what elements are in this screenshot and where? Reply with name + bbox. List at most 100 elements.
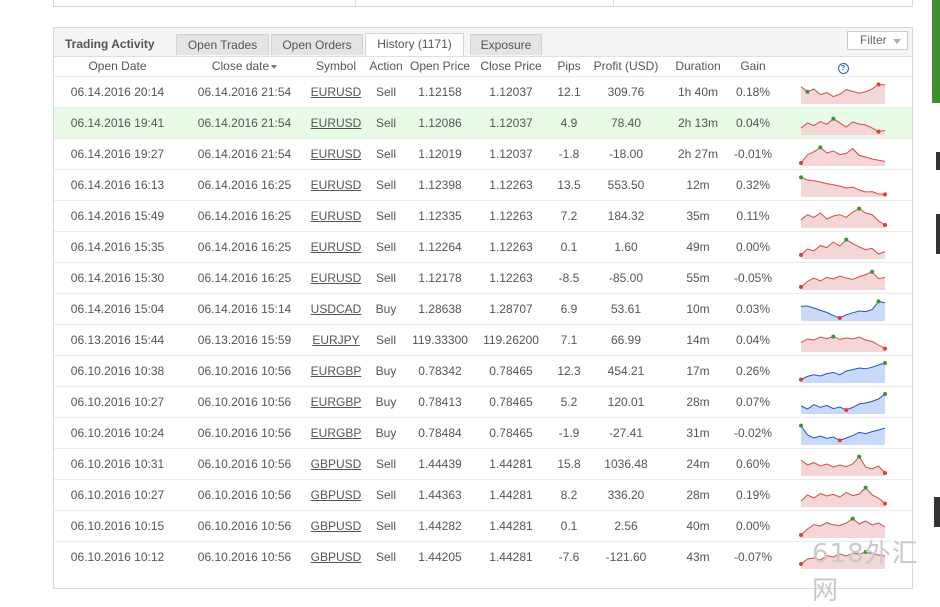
cell-close-date: 06.14.2016 21:54 xyxy=(181,138,308,170)
cell-open-price: 0.78342 xyxy=(408,355,472,387)
cell-open-date: 06.10.2016 10:27 xyxy=(54,479,181,511)
sparkline-max-point xyxy=(870,269,875,274)
cell-duration: 2h 13m xyxy=(664,107,732,139)
header-close-date-label: Close date xyxy=(211,59,270,73)
symbol-link[interactable]: EURUSD xyxy=(311,240,362,254)
symbol-link[interactable]: EURUSD xyxy=(311,116,362,130)
cell-open-price: 1.12335 xyxy=(408,200,472,232)
table-row: 06.10.2016 10:15 06.10.2016 10:56 GBPUSD Se… xyxy=(54,510,912,542)
symbol-link[interactable]: EURUSD xyxy=(311,271,362,285)
sparkline-area xyxy=(801,147,885,166)
sparkline-max-point xyxy=(857,206,862,211)
cell-pips: -1.8 xyxy=(550,138,588,170)
header-close-date[interactable]: Close date xyxy=(181,56,308,77)
cell-profit: -85.00 xyxy=(588,262,664,294)
cell-action: Sell xyxy=(364,262,408,294)
symbol-link[interactable]: EURGBP xyxy=(311,364,362,378)
cell-open-date: 06.14.2016 15:30 xyxy=(54,262,181,294)
cell-close-date: 06.14.2016 16:25 xyxy=(181,169,308,201)
cell-symbol: EURUSD xyxy=(308,231,364,263)
header-open-date[interactable]: Open Date xyxy=(54,56,181,77)
sparkline-area xyxy=(801,208,885,228)
table-row: 06.13.2016 15:44 06.13.2016 15:59 EURJPY Se… xyxy=(54,324,912,356)
symbol-link[interactable]: EURUSD xyxy=(311,85,362,99)
cell-close-price: 1.12263 xyxy=(472,262,550,294)
help-icon[interactable]: ? xyxy=(837,62,849,74)
trade-sparkline xyxy=(800,299,886,321)
symbol-link[interactable]: EURUSD xyxy=(311,147,362,161)
symbol-link[interactable]: EURUSD xyxy=(311,209,362,223)
cell-pips: 0.1 xyxy=(550,231,588,263)
symbol-link[interactable]: GBPUSD xyxy=(311,488,362,502)
cell-open-price: 119.33300 xyxy=(408,324,472,356)
header-open-price[interactable]: Open Price xyxy=(408,56,472,77)
cell-duration: 28m xyxy=(664,386,732,418)
symbol-link[interactable]: GBPUSD xyxy=(311,457,362,471)
symbol-link[interactable]: EURJPY xyxy=(312,333,359,347)
table-row: 06.14.2016 15:04 06.14.2016 15:14 USDCAD Bu… xyxy=(54,293,912,325)
cell-gain: 0.11% xyxy=(732,200,774,232)
filter-button[interactable]: Filter xyxy=(847,31,908,50)
cell-close-price: 119.26200 xyxy=(472,324,550,356)
symbol-link[interactable]: USDCAD xyxy=(311,302,362,316)
cell-open-price: 1.44205 xyxy=(408,541,472,572)
tab-open-orders[interactable]: Open Orders xyxy=(271,34,363,55)
cell-profit: 1036.48 xyxy=(588,448,664,480)
cell-duration: 55m xyxy=(664,262,732,294)
tab-history[interactable]: History (1171) xyxy=(365,33,464,56)
header-pips[interactable]: Pips xyxy=(550,56,588,77)
header-duration[interactable]: Duration xyxy=(664,56,732,77)
header-gain[interactable]: Gain xyxy=(732,56,774,77)
cell-symbol: EURGBP xyxy=(308,417,364,449)
header-action[interactable]: Action xyxy=(364,56,408,77)
cell-profit: 553.50 xyxy=(588,169,664,201)
table-row: 06.14.2016 15:35 06.14.2016 16:25 EURUSD Se… xyxy=(54,231,912,263)
cell-chart xyxy=(774,138,912,170)
cell-duration: 43m xyxy=(664,541,732,572)
watermark: 618外汇网 xyxy=(812,539,919,606)
sparkline-max-point xyxy=(799,175,803,180)
tab-exposure[interactable]: Exposure xyxy=(470,34,542,55)
cell-action: Sell xyxy=(364,107,408,139)
sparkline-max-point xyxy=(883,392,887,396)
cell-action: Buy xyxy=(364,417,408,449)
trade-sparkline xyxy=(799,361,887,383)
sparkline-min-point xyxy=(883,346,887,351)
sparkline-min-point xyxy=(837,316,842,320)
table-row: 06.10.2016 10:12 06.10.2016 10:56 GBPUSD Se… xyxy=(54,541,912,572)
cell-action: Buy xyxy=(364,355,408,387)
cell-open-date: 06.10.2016 10:38 xyxy=(54,355,181,387)
cell-gain: 0.00% xyxy=(732,231,774,263)
cell-pips: 5.2 xyxy=(550,386,588,418)
header-symbol[interactable]: Symbol xyxy=(308,56,364,77)
header-close-price[interactable]: Close Price xyxy=(472,56,550,77)
cell-symbol: USDCAD xyxy=(308,293,364,325)
symbol-link[interactable]: EURGBP xyxy=(311,426,362,440)
cell-pips: 8.2 xyxy=(550,479,588,511)
trade-sparkline xyxy=(799,269,886,290)
symbol-link[interactable]: GBPUSD xyxy=(311,550,362,564)
cell-symbol: EURUSD xyxy=(308,107,364,139)
filter-label: Filter xyxy=(860,33,887,47)
cell-action: Sell xyxy=(364,200,408,232)
chevron-down-icon xyxy=(893,39,901,44)
cell-chart xyxy=(774,200,912,232)
summary-divider xyxy=(613,0,614,6)
symbol-link[interactable]: EURUSD xyxy=(311,178,362,192)
sparkline-min-point xyxy=(799,377,803,382)
tab-bar: Trading Activity Open Trades Open Orders… xyxy=(54,28,912,57)
symbol-link[interactable]: GBPUSD xyxy=(311,519,362,533)
cell-close-price: 1.44281 xyxy=(472,541,550,572)
sparkline-area xyxy=(801,84,885,104)
trade-sparkline xyxy=(800,392,887,414)
header-profit[interactable]: Profit (USD) xyxy=(588,56,664,77)
tab-open-trades[interactable]: Open Trades xyxy=(176,34,269,55)
cell-symbol: EURGBP xyxy=(308,355,364,387)
history-table: Open Date Close date Symbol Action Open … xyxy=(54,56,912,572)
cell-action: Sell xyxy=(364,76,408,108)
side-fragment xyxy=(934,497,940,527)
table-row: 06.10.2016 10:38 06.10.2016 10:56 EURGBP Bu… xyxy=(54,355,912,387)
cell-pips: 6.9 xyxy=(550,293,588,325)
sparkline-min-point xyxy=(799,533,803,537)
symbol-link[interactable]: EURGBP xyxy=(311,395,362,409)
